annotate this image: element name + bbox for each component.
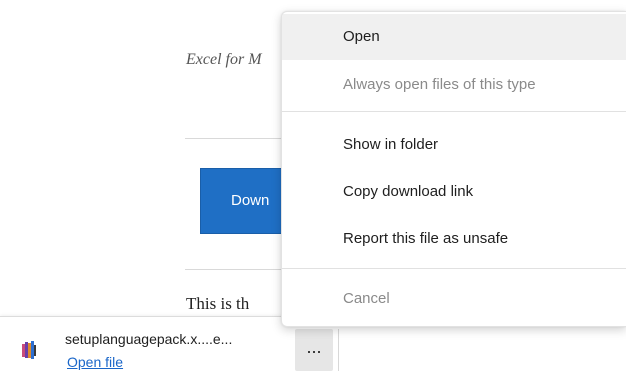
menu-item-always-open[interactable]: Always open files of this type bbox=[282, 62, 626, 108]
download-item-divider bbox=[338, 329, 339, 371]
menu-item-copy-download-link[interactable]: Copy download link bbox=[282, 169, 626, 215]
installer-file-icon bbox=[22, 341, 36, 359]
menu-item-cancel[interactable]: Cancel bbox=[282, 276, 626, 322]
menu-item-report-unsafe[interactable]: Report this file as unsafe bbox=[282, 216, 626, 262]
menu-separator bbox=[282, 268, 626, 269]
menu-item-open[interactable]: Open bbox=[282, 14, 626, 60]
page-body-text: This is th bbox=[186, 294, 250, 313]
download-context-menu: Open Always open files of this type Show… bbox=[281, 11, 626, 327]
more-options-button[interactable]: ... bbox=[295, 329, 333, 371]
open-file-link[interactable]: Open file bbox=[67, 354, 123, 370]
menu-item-show-in-folder[interactable]: Show in folder bbox=[282, 122, 626, 168]
menu-separator bbox=[282, 111, 626, 112]
download-file-name: setuplanguagepack.x....e... bbox=[65, 331, 233, 347]
excel-description-text: Excel for M bbox=[186, 51, 262, 68]
